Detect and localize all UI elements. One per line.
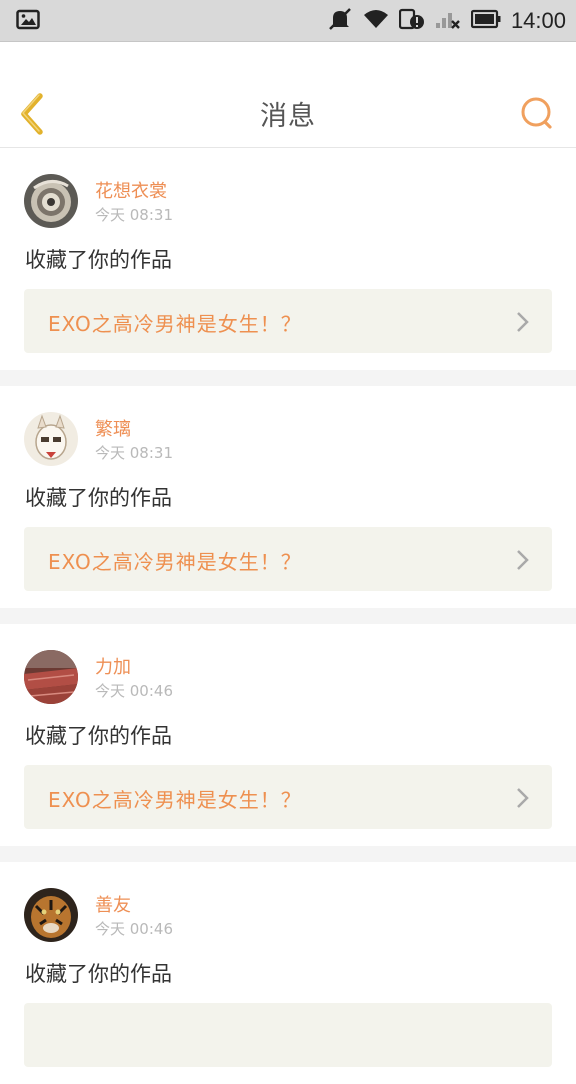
username[interactable]: 繁璃 [95,415,131,441]
action-text: 收藏了你的作品 [25,724,172,748]
work-title: EXO之高冷男神是女生！？ [48,550,302,574]
action-text: 收藏了你的作品 [25,248,172,272]
timestamp: 今天 00:46 [95,682,173,700]
message-card: 花想衣裳 今天 08:31 收藏了你的作品 EXO之高冷男神是女生！？ [0,148,576,370]
username[interactable]: 善友 [95,891,131,917]
message-list: 花想衣裳 今天 08:31 收藏了你的作品 EXO之高冷男神是女生！？ 繁璃 今… [0,148,576,1084]
message-card: 繁璃 今天 08:31 收藏了你的作品 EXO之高冷男神是女生！？ [0,386,576,608]
battery-icon [470,9,501,33]
mute-icon [327,7,353,35]
page-title: 消息 [260,101,316,132]
status-bar: 14:00 [0,0,576,42]
action-text: 收藏了你的作品 [25,962,172,986]
avatar[interactable] [24,888,78,942]
search-icon [521,97,552,129]
sim-alert-icon [398,7,425,35]
chevron-right-icon [517,788,529,808]
avatar[interactable] [24,412,78,466]
chevron-right-icon [517,550,529,570]
divider [0,608,576,624]
wifi-icon [363,8,389,34]
avatar[interactable] [24,650,78,704]
divider [0,846,576,862]
avatar[interactable] [24,174,78,228]
timestamp: 今天 08:31 [95,444,173,462]
action-text: 收藏了你的作品 [25,486,172,510]
work-link[interactable]: EXO之高冷男神是女生！？ [24,289,552,353]
work-link[interactable]: EXO之高冷男神是女生！？ [24,527,552,591]
work-title: EXO之高冷男神是女生！？ [48,788,302,812]
timestamp: 今天 00:46 [95,920,173,938]
search-button[interactable] [520,96,556,132]
message-card: 善友 今天 00:46 收藏了你的作品 [0,862,576,1084]
top-bar: 消息 [0,42,576,148]
work-link[interactable]: EXO之高冷男神是女生！？ [24,765,552,829]
signal-icon [435,8,461,34]
gallery-notification-icon [16,9,40,35]
work-title: EXO之高冷男神是女生！？ [48,312,302,336]
chevron-right-icon [517,312,529,332]
work-link[interactable] [24,1003,552,1067]
clock: 14:00 [510,8,566,33]
username[interactable]: 花想衣裳 [95,177,167,203]
message-card: 力加 今天 00:46 收藏了你的作品 EXO之高冷男神是女生！？ [0,624,576,846]
divider [0,370,576,386]
username[interactable]: 力加 [95,653,131,679]
timestamp: 今天 08:31 [95,206,173,224]
